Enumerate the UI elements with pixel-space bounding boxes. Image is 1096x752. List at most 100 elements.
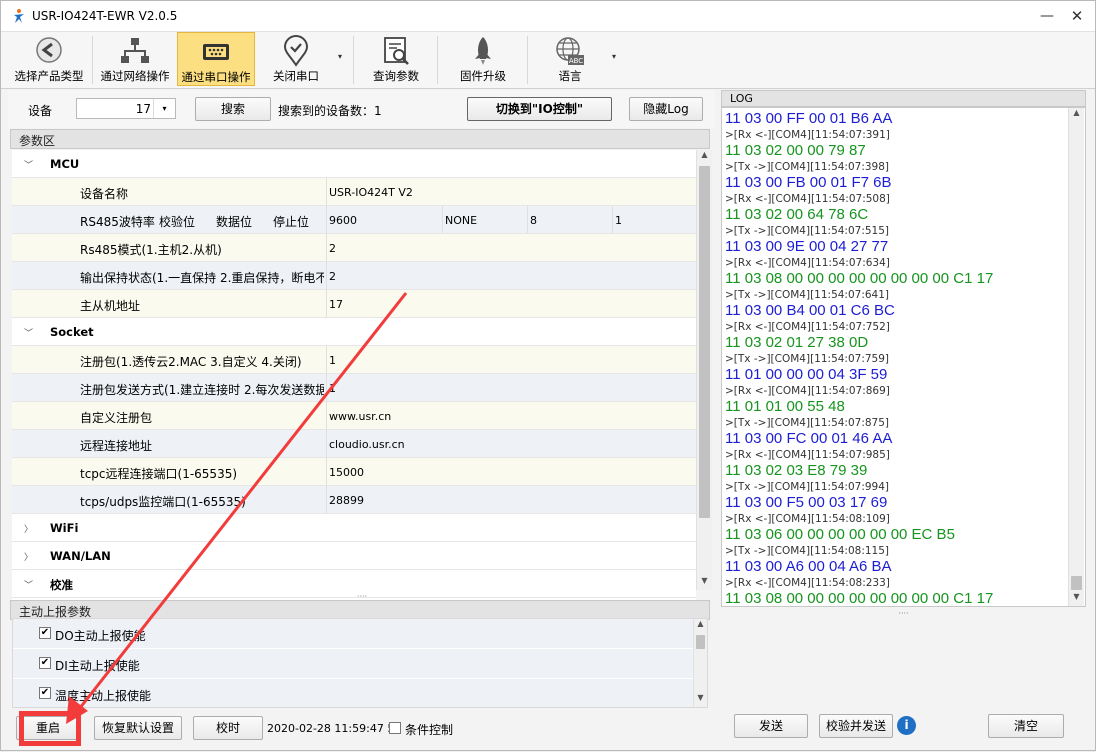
network-operation-button[interactable]: 通过网络操作: [95, 32, 175, 86]
category-wan-lan[interactable]: 〉 WAN/LAN: [12, 542, 696, 570]
search-button[interactable]: 搜索: [195, 97, 271, 121]
time-sync-button[interactable]: 校时: [193, 716, 263, 740]
category-mcu[interactable]: ﹀ MCU: [12, 150, 696, 178]
title-bar: USR-IO424T-EWR V2.0.5 — ✕: [1, 1, 1095, 32]
scroll-thumb[interactable]: [699, 166, 710, 518]
scroll-down-icon[interactable]: ▼: [697, 576, 712, 590]
rs485-baud-label: RS485波特率: [80, 215, 155, 229]
close-button[interactable]: ✕: [1064, 5, 1090, 27]
temp-report-checkbox[interactable]: ✔: [39, 687, 51, 699]
query-params-button[interactable]: 查询参数: [359, 32, 433, 86]
chevron-down-icon[interactable]: ▾: [153, 99, 175, 118]
log-hex-line: 11 03 02 00 64 78 6C: [725, 206, 869, 223]
window-title: USR-IO424T-EWR V2.0.5: [32, 9, 178, 23]
param-row: 设备名称 USR-IO424T V2: [12, 178, 696, 206]
close-serial-button[interactable]: 关闭串口: [259, 32, 333, 86]
language-button[interactable]: ABC 语言: [533, 32, 607, 86]
location-check-icon: [283, 35, 309, 67]
report-header: 主动上报参数: [10, 600, 710, 620]
device-label: 设备: [28, 104, 53, 118]
log-panel: LOG 11 03 00 FF 00 01 B6 AA >[Rx <-][COM4…: [721, 90, 1086, 621]
firmware-upgrade-button[interactable]: 固件升级: [445, 32, 521, 86]
data-bits-label: 数据位: [216, 215, 253, 229]
serial-operation-label: 通过串口操作: [181, 70, 251, 84]
timestamp-text: 2020-02-28 11:59:47 5: [267, 722, 395, 735]
log-direction-line: >[Rx <-][COM4][11:54:07:752]: [725, 321, 890, 333]
category-socket[interactable]: ﹀ Socket: [12, 318, 696, 346]
hide-log-button[interactable]: 隐藏Log: [629, 97, 703, 121]
select-product-type-button[interactable]: 选择产品类型: [9, 32, 89, 86]
scroll-thumb[interactable]: [1071, 576, 1082, 590]
tcpc-port-field[interactable]: 15000: [326, 458, 696, 485]
device-name-field[interactable]: USR-IO424T V2: [326, 178, 696, 205]
stop-bits-label: 停止位: [273, 215, 310, 229]
minimize-button[interactable]: —: [1034, 5, 1060, 27]
param-row: tcpc远程连接端口(1-65535) 15000: [12, 458, 696, 486]
category-calibration[interactable]: ﹀ 校准: [12, 570, 696, 598]
category-wifi-label: WiFi: [50, 521, 79, 535]
device-select[interactable]: 17 ▾: [76, 98, 176, 119]
log-hex-line: 11 03 00 B4 00 01 C6 BC: [725, 302, 895, 319]
scroll-up-icon[interactable]: ▲: [697, 150, 712, 164]
tcps-port-field[interactable]: 28899: [326, 486, 696, 513]
custom-register-field[interactable]: www.usr.cn: [326, 402, 696, 429]
check-and-send-button[interactable]: 校验并发送: [819, 714, 893, 738]
output-hold-field[interactable]: 2: [326, 262, 696, 289]
chevron-down-icon[interactable]: ﹀: [24, 158, 33, 171]
param-row: 注册包发送方式(1.建立连接时 2.每次发送数据 1: [12, 374, 696, 402]
scroll-down-icon[interactable]: ▼: [1069, 592, 1084, 606]
scroll-down-icon[interactable]: ▼: [694, 693, 707, 707]
rs485-mode-field[interactable]: 2: [326, 234, 696, 261]
switch-io-control-button[interactable]: 切换到"IO控制": [467, 97, 612, 121]
baud-field[interactable]: 9600: [326, 206, 442, 233]
found-devices-text: 搜索到的设备数：1: [278, 104, 382, 118]
close-serial-label: 关闭串口: [273, 69, 319, 83]
report-scrollbar[interactable]: ▲ ▼: [693, 619, 707, 707]
chevron-down-icon[interactable]: ﹀: [24, 326, 33, 339]
register-send-mode-label: 注册包发送方式(1.建立连接时 2.每次发送数据: [80, 383, 324, 397]
serial-operation-button[interactable]: 通过串口操作: [177, 32, 255, 86]
log-scrollbar[interactable]: ▲ ▼: [1068, 108, 1084, 606]
register-send-mode-field[interactable]: 1: [326, 374, 696, 401]
category-wifi[interactable]: 〉 WiFi: [12, 514, 696, 542]
scroll-up-icon[interactable]: ▲: [694, 619, 707, 633]
chevron-right-icon[interactable]: 〉: [24, 550, 33, 563]
language-dropdown-icon[interactable]: ▾: [612, 52, 616, 61]
log-hex-line: 11 03 00 FB 00 01 F7 6B: [725, 174, 892, 191]
condition-control-label: 条件控制: [405, 723, 454, 737]
scroll-thumb[interactable]: [696, 635, 705, 649]
data-bits-field[interactable]: 8: [527, 206, 612, 233]
do-report-label: DO主动上报使能: [55, 629, 146, 643]
slave-address-field[interactable]: 17: [326, 290, 696, 317]
restore-defaults-button[interactable]: 恢复默认设置: [94, 716, 182, 740]
log-hex-line: 11 03 00 A6 00 04 A6 BA: [725, 558, 892, 575]
register-packet-field[interactable]: 1: [326, 346, 696, 373]
log-direction-line: >[Rx <-][COM4][11:54:07:508]: [725, 193, 890, 205]
chevron-right-icon[interactable]: 〉: [24, 522, 33, 535]
remote-address-field[interactable]: cloudio.usr.cn: [326, 430, 696, 457]
splitter-handle[interactable]: ····: [721, 610, 1086, 618]
remote-address-label: 远程连接地址: [80, 439, 153, 453]
log-hex-line: 11 03 02 03 E8 79 39: [725, 462, 868, 479]
app-window: USR-IO424T-EWR V2.0.5 — ✕ 选择产品类型 通过网络操作: [0, 0, 1096, 751]
param-row: RS485波特率 校验位 数据位 停止位 9600 NONE 8 1: [12, 206, 696, 234]
splitter-handle[interactable]: ····: [12, 593, 712, 601]
params-scrollbar[interactable]: ▲ ▼: [696, 150, 712, 590]
do-report-checkbox[interactable]: ✔: [39, 627, 51, 639]
category-socket-label: Socket: [50, 325, 94, 339]
send-button[interactable]: 发送: [734, 714, 808, 738]
log-output[interactable]: 11 03 00 FF 00 01 B6 AA >[Rx <-][COM4][11…: [721, 107, 1086, 607]
close-serial-dropdown-icon[interactable]: ▾: [338, 52, 342, 61]
info-icon[interactable]: i: [897, 716, 916, 735]
clear-button[interactable]: 清空: [988, 714, 1064, 738]
scroll-up-icon[interactable]: ▲: [1069, 108, 1084, 122]
log-direction-line: >[Tx ->][COM4][11:54:07:994]: [725, 481, 890, 493]
di-report-checkbox[interactable]: ✔: [39, 657, 51, 669]
left-panel: 设备 17 ▾ 搜索 搜索到的设备数：1 切换到"IO控制" 隐藏Log 参数区…: [8, 90, 715, 740]
category-calibration-label: 校准: [50, 578, 73, 592]
chevron-down-icon[interactable]: ﹀: [24, 578, 33, 591]
stop-bits-field[interactable]: 1: [612, 206, 696, 233]
category-wan-lan-label: WAN/LAN: [50, 549, 111, 563]
parity-field[interactable]: NONE: [442, 206, 527, 233]
condition-control-checkbox[interactable]: [389, 722, 401, 734]
